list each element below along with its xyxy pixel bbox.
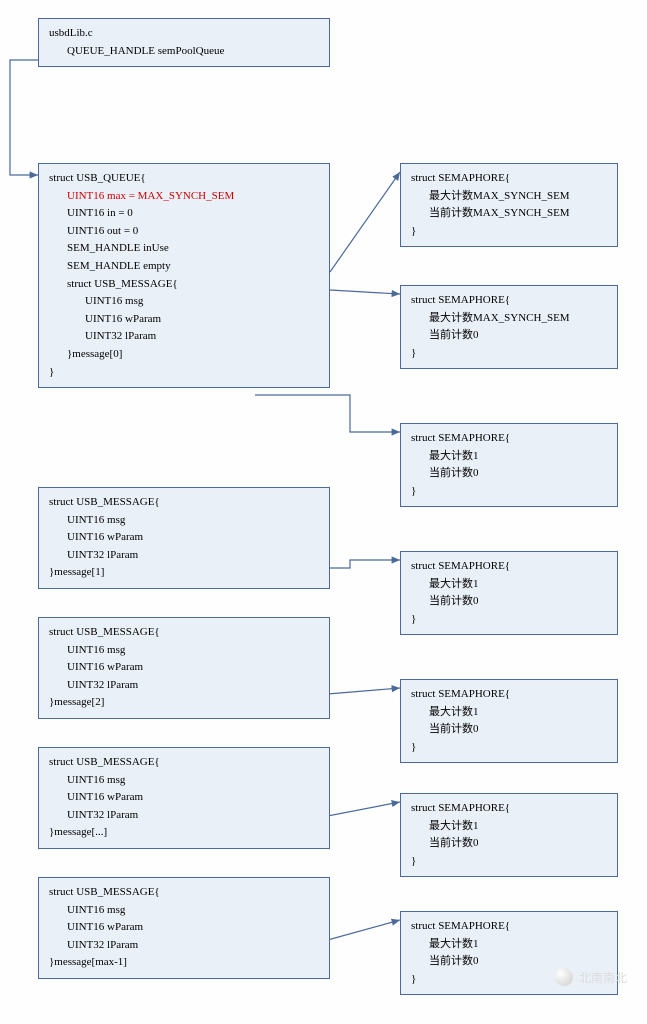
box-semaphore-6: struct SEMAPHORE{ 最大计数1 当前计数0 } xyxy=(400,793,618,877)
message-open: struct USB_MESSAGE{ xyxy=(49,884,319,902)
semaphore-maxcount: 最大计数1 xyxy=(429,576,607,594)
box-message-max: struct USB_MESSAGE{ UINT16 msg UINT16 wP… xyxy=(38,877,330,979)
semaphore-open: struct SEMAPHORE{ xyxy=(411,170,607,188)
box-message-2: struct USB_MESSAGE{ UINT16 msg UINT16 wP… xyxy=(38,617,330,719)
semaphore-curcount: 当前计数MAX_SYNCH_SEM xyxy=(429,205,607,223)
usb-queue-in: UINT16 in = 0 xyxy=(67,205,319,223)
message-close: }message[max-1] xyxy=(49,954,319,972)
semaphore-maxcount: 最大计数MAX_SYNCH_SEM xyxy=(429,188,607,206)
message-close: }message[...] xyxy=(49,824,319,842)
message-wparam: UINT16 wParam xyxy=(67,659,319,677)
semaphore-open: struct SEMAPHORE{ xyxy=(411,800,607,818)
box-message-dots: struct USB_MESSAGE{ UINT16 msg UINT16 wP… xyxy=(38,747,330,849)
message-lparam: UINT32 lParam xyxy=(67,807,319,825)
semaphore-curcount: 当前计数0 xyxy=(429,465,607,483)
usb-queue-empty: SEM_HANDLE empty xyxy=(67,258,319,276)
semaphore-open: struct SEMAPHORE{ xyxy=(411,558,607,576)
semaphore-open: struct SEMAPHORE{ xyxy=(411,918,607,936)
semaphore-curcount: 当前计数0 xyxy=(429,835,607,853)
watermark-text: 北南南北 xyxy=(579,969,627,986)
box-semaphore-2: struct SEMAPHORE{ 最大计数MAX_SYNCH_SEM 当前计数… xyxy=(400,285,618,369)
box-semaphore-1: struct SEMAPHORE{ 最大计数MAX_SYNCH_SEM 当前计数… xyxy=(400,163,618,247)
watermark-logo-icon xyxy=(555,968,573,986)
semaphore-close: } xyxy=(411,345,607,363)
message-wparam: UINT16 wParam xyxy=(67,789,319,807)
usb-queue-inner-open: struct USB_MESSAGE{ xyxy=(67,276,319,294)
semaphore-open: struct SEMAPHORE{ xyxy=(411,430,607,448)
usb-queue-inner-close: }message[0] xyxy=(67,346,319,364)
message-open: struct USB_MESSAGE{ xyxy=(49,754,319,772)
box-usbdlib: usbdLib.c QUEUE_HANDLE semPoolQueue xyxy=(38,18,330,67)
semaphore-close: } xyxy=(411,739,607,757)
usb-queue-wparam: UINT16 wParam xyxy=(85,311,319,329)
semaphore-close: } xyxy=(411,223,607,241)
semaphore-curcount: 当前计数0 xyxy=(429,327,607,345)
semaphore-maxcount: 最大计数1 xyxy=(429,818,607,836)
message-open: struct USB_MESSAGE{ xyxy=(49,624,319,642)
message-open: struct USB_MESSAGE{ xyxy=(49,494,319,512)
message-close: }message[2] xyxy=(49,694,319,712)
message-msg: UINT16 msg xyxy=(67,902,319,920)
semaphore-curcount: 当前计数0 xyxy=(429,721,607,739)
message-wparam: UINT16 wParam xyxy=(67,529,319,547)
semaphore-maxcount: 最大计数MAX_SYNCH_SEM xyxy=(429,310,607,328)
semaphore-maxcount: 最大计数1 xyxy=(429,704,607,722)
usb-queue-max: UINT16 max = MAX_SYNCH_SEM xyxy=(67,188,319,206)
usb-queue-open: struct USB_QUEUE{ xyxy=(49,170,319,188)
box-semaphore-5: struct SEMAPHORE{ 最大计数1 当前计数0 } xyxy=(400,679,618,763)
box-semaphore-4: struct SEMAPHORE{ 最大计数1 当前计数0 } xyxy=(400,551,618,635)
message-msg: UINT16 msg xyxy=(67,512,319,530)
message-msg: UINT16 msg xyxy=(67,642,319,660)
usbdlib-title: usbdLib.c xyxy=(49,25,319,43)
usb-queue-lparam: UINT32 lParam xyxy=(85,328,319,346)
message-lparam: UINT32 lParam xyxy=(67,677,319,695)
semaphore-close: } xyxy=(411,611,607,629)
semaphore-close: } xyxy=(411,483,607,501)
box-message-1: struct USB_MESSAGE{ UINT16 msg UINT16 wP… xyxy=(38,487,330,589)
watermark: 北南南北 xyxy=(555,968,627,986)
semaphore-open: struct SEMAPHORE{ xyxy=(411,686,607,704)
semaphore-curcount: 当前计数0 xyxy=(429,593,607,611)
message-msg: UINT16 msg xyxy=(67,772,319,790)
message-lparam: UINT32 lParam xyxy=(67,547,319,565)
semaphore-close: } xyxy=(411,853,607,871)
box-semaphore-3: struct SEMAPHORE{ 最大计数1 当前计数0 } xyxy=(400,423,618,507)
semaphore-maxcount: 最大计数1 xyxy=(429,448,607,466)
usb-queue-out: UINT16 out = 0 xyxy=(67,223,319,241)
usbdlib-decl: QUEUE_HANDLE semPoolQueue xyxy=(67,43,319,61)
message-lparam: UINT32 lParam xyxy=(67,937,319,955)
message-wparam: UINT16 wParam xyxy=(67,919,319,937)
semaphore-maxcount: 最大计数1 xyxy=(429,936,607,954)
usb-queue-close: } xyxy=(49,364,319,382)
semaphore-open: struct SEMAPHORE{ xyxy=(411,292,607,310)
message-close: }message[1] xyxy=(49,564,319,582)
usb-queue-msg: UINT16 msg xyxy=(85,293,319,311)
usb-queue-inuse: SEM_HANDLE inUse xyxy=(67,240,319,258)
box-usb-queue: struct USB_QUEUE{ UINT16 max = MAX_SYNCH… xyxy=(38,163,330,388)
